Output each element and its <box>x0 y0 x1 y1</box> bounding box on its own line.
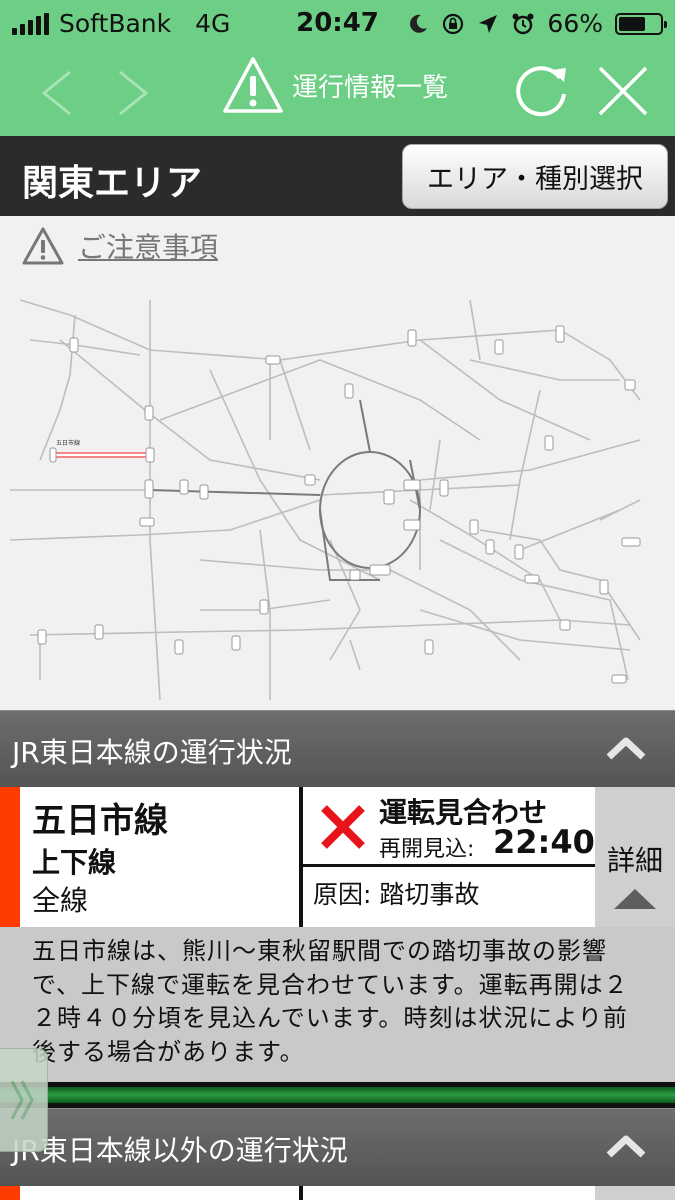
status-bar: SoftBank 4G 20:47 66% <box>0 0 675 46</box>
suspended-x-icon <box>321 805 365 849</box>
collapse-chevron-icon[interactable] <box>605 735 647 761</box>
nav-bar: 運行情報一覧 <box>0 46 675 136</box>
status-description: 五日市線は、熊川～東秋留駅間での踏切事故の影響で、上下線で運転を見合わせています… <box>0 927 675 1082</box>
forward-icon[interactable] <box>116 68 152 118</box>
notice-link[interactable]: ご注意事項 <box>78 226 218 266</box>
notice-row[interactable]: ご注意事項 <box>22 226 218 266</box>
route-map-graphic: 五日市線 <box>9 299 641 701</box>
warning-icon <box>223 57 283 113</box>
location-icon <box>479 14 498 33</box>
resume-time: 22:40 <box>493 823 595 861</box>
caution-icon <box>22 227 64 265</box>
divider <box>299 1186 303 1200</box>
side-drawer-tab[interactable] <box>0 1048 48 1152</box>
resume-label: 再開見込: <box>379 837 475 862</box>
other-section-title: JR東日本線以外の運行状況 <box>12 1134 348 1167</box>
collapse-triangle-icon <box>614 889 656 909</box>
jr-section-title: JR東日本線の運行状況 <box>12 736 292 769</box>
detail-button[interactable] <box>595 1186 675 1200</box>
network-type: 4G <box>195 9 231 38</box>
detail-label: 詳細 <box>607 844 664 877</box>
rotation-lock-icon <box>443 13 464 34</box>
line-direction: 上下線 <box>32 846 117 879</box>
line-status-card[interactable]: 五日市線 上下線 全線 運転見合わせ 再開見込: 22:40 原因: 踏切事故 … <box>0 787 675 927</box>
page-title: 運行情報一覧 <box>292 72 449 103</box>
double-chevron-right-icon <box>10 1080 34 1120</box>
status-box: 運転見合わせ 再開見込: 22:40 <box>303 787 595 867</box>
other-section-header[interactable]: JR東日本線以外の運行状況 <box>0 1108 675 1186</box>
signal-strength-icon <box>12 12 49 35</box>
line-color-band <box>0 1082 675 1108</box>
back-icon[interactable] <box>38 68 74 118</box>
jr-section-header[interactable]: JR東日本線の運行状況 <box>0 710 675 788</box>
alert-stripe <box>0 1186 20 1200</box>
battery-percent: 66% <box>547 9 603 38</box>
close-icon[interactable] <box>596 64 650 118</box>
route-map[interactable]: 五日市線 <box>0 280 675 710</box>
next-status-card[interactable] <box>0 1186 675 1200</box>
area-title: 関東エリア <box>22 163 203 204</box>
cause-text: 原因: 踏切事故 <box>313 880 480 909</box>
detail-button[interactable]: 詳細 <box>595 787 675 927</box>
line-name: 五日市線 <box>32 801 168 841</box>
refresh-icon[interactable] <box>510 60 572 122</box>
alarm-icon <box>512 13 534 34</box>
area-select-button[interactable]: エリア・種別選択 <box>402 144 668 209</box>
moon-icon <box>410 14 428 33</box>
map-highlight-label: 五日市線 <box>56 439 80 447</box>
line-range: 全線 <box>32 884 89 917</box>
collapse-chevron-icon[interactable] <box>605 1133 647 1159</box>
battery-icon <box>615 12 667 35</box>
alert-stripe <box>0 787 20 927</box>
carrier-name: SoftBank <box>59 9 172 38</box>
